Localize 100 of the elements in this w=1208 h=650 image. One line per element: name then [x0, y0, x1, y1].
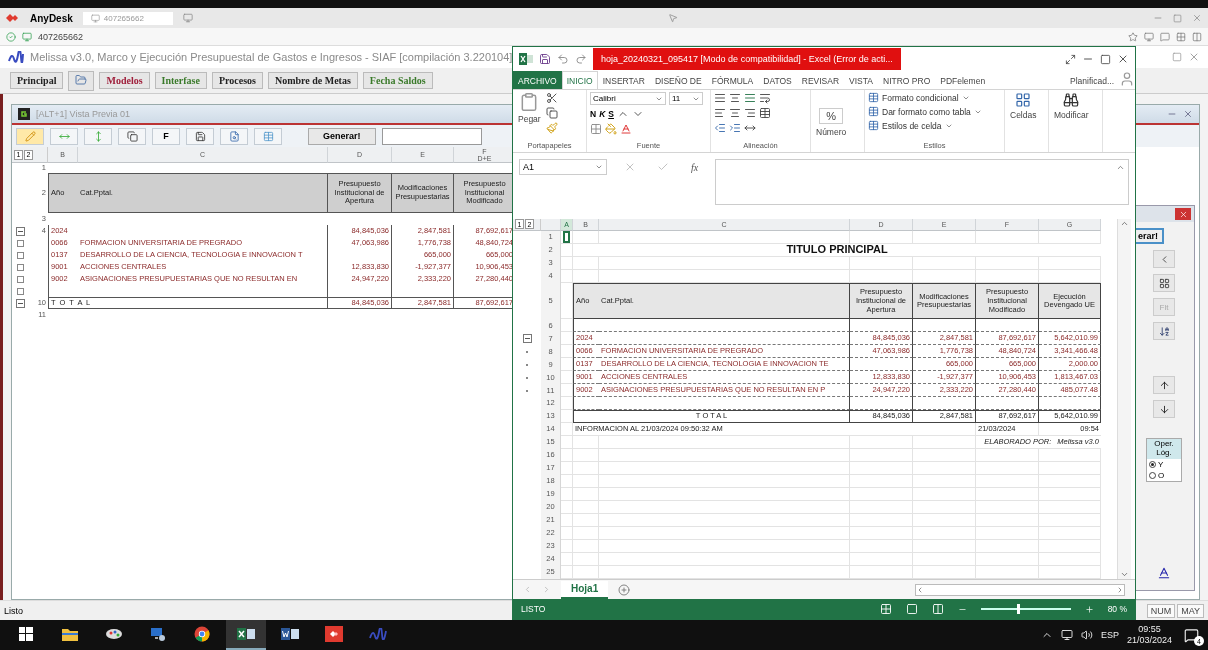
zoom-thumb[interactable]: [1016, 604, 1020, 614]
close-icon[interactable]: [1117, 53, 1129, 65]
undo-icon[interactable]: [557, 53, 569, 65]
ribbon-display-icon[interactable]: [1065, 53, 1076, 65]
insert-function-button[interactable]: fx: [691, 161, 699, 173]
align-top-icon[interactable]: [714, 92, 726, 104]
save-button[interactable]: [186, 127, 214, 145]
table-button[interactable]: [254, 127, 282, 145]
collapse-icon[interactable]: [522, 334, 532, 344]
outline-box-icon[interactable]: [16, 263, 24, 271]
align-right-icon[interactable]: [744, 107, 756, 119]
format-button[interactable]: F: [152, 127, 180, 145]
menu-button[interactable]: Interfase: [154, 72, 207, 89]
generate-button[interactable]: erar!: [1134, 228, 1164, 244]
ribbon-tab[interactable]: ARCHIVO: [513, 71, 562, 89]
scroll-left-icon[interactable]: [916, 585, 924, 594]
sort-button[interactable]: [1153, 322, 1175, 340]
indent-increase-icon[interactable]: [729, 122, 741, 134]
edit-button[interactable]: [16, 127, 44, 145]
sheet-tab[interactable]: Hoja1: [561, 580, 609, 599]
align-middle-icon[interactable]: [729, 92, 741, 104]
scroll-down-icon[interactable]: [1120, 570, 1129, 579]
scroll-right-icon[interactable]: [1116, 585, 1124, 594]
format-painter-icon[interactable]: [545, 122, 558, 134]
new-session-icon[interactable]: [182, 13, 193, 23]
outline-box-icon[interactable]: [16, 287, 24, 295]
maximize-icon[interactable]: [1172, 52, 1182, 62]
menu-button[interactable]: Procesos: [211, 72, 263, 89]
formula-field[interactable]: [715, 159, 1129, 205]
copy-button[interactable]: [118, 127, 146, 145]
menu-button[interactable]: Fecha Saldos: [362, 72, 433, 89]
font-color-icon[interactable]: [1157, 566, 1171, 580]
fit-width-button[interactable]: [50, 127, 78, 145]
language-indicator[interactable]: ESP: [1100, 630, 1119, 640]
scroll-up-icon[interactable]: [1120, 219, 1129, 228]
outline-box-icon[interactable]: [16, 251, 24, 259]
font-color-icon[interactable]: [620, 123, 632, 135]
bold-button[interactable]: N: [590, 109, 597, 119]
move-up-button[interactable]: [1153, 376, 1175, 394]
network-icon[interactable]: [1060, 629, 1073, 641]
collapse-button[interactable]: [1153, 250, 1175, 268]
cut-icon[interactable]: [545, 92, 558, 104]
vertical-scrollbar[interactable]: [1117, 219, 1131, 579]
add-sheet-icon[interactable]: [618, 583, 631, 596]
input-field[interactable]: [381, 127, 482, 145]
collapse-icon[interactable]: [15, 298, 25, 308]
align-bottom-icon[interactable]: [744, 92, 756, 104]
percent-button[interactable]: %: [819, 107, 843, 124]
align-left-icon[interactable]: [714, 107, 726, 119]
avatar-icon[interactable]: [1119, 71, 1135, 87]
outline-box-icon[interactable]: [16, 239, 24, 247]
radio-option[interactable]: O: [1147, 469, 1181, 481]
split-view-icon[interactable]: [1192, 31, 1202, 42]
number-format-button[interactable]: Número: [814, 126, 849, 137]
redo-icon[interactable]: [575, 53, 587, 65]
styles-menu-button[interactable]: Estilos de celda: [868, 120, 953, 131]
styles-menu-button[interactable]: Dar formato como tabla: [868, 106, 982, 117]
radio-option[interactable]: Y: [1147, 458, 1181, 470]
enter-icon[interactable]: [657, 161, 670, 173]
page-layout-icon[interactable]: [905, 603, 918, 615]
normal-view-icon[interactable]: [879, 603, 892, 615]
borders-icon[interactable]: [590, 123, 602, 135]
styles-menu-button[interactable]: Formato condicional: [868, 92, 970, 103]
outline-box-icon[interactable]: [16, 275, 24, 283]
page-break-icon[interactable]: [931, 603, 944, 615]
star-icon[interactable]: [1128, 31, 1138, 42]
menu-button[interactable]: Modelos: [99, 72, 150, 89]
display-icon[interactable]: [1144, 31, 1154, 42]
close-icon[interactable]: [1183, 109, 1193, 119]
chat-icon[interactable]: [1160, 31, 1170, 42]
taskbar-app-button[interactable]: [226, 620, 266, 650]
menu-button[interactable]: Principal: [10, 72, 64, 89]
preview-button[interactable]: [220, 127, 248, 145]
generate-button[interactable]: Generar!: [308, 127, 376, 145]
fill-color-icon[interactable]: [605, 123, 617, 135]
name-box[interactable]: A1: [519, 159, 607, 175]
notification-icon[interactable]: [1183, 627, 1199, 643]
volume-icon[interactable]: [1080, 629, 1093, 641]
move-down-button[interactable]: [1153, 400, 1175, 418]
align-center-icon[interactable]: [729, 107, 741, 119]
maximize-icon[interactable]: [1100, 53, 1111, 65]
paste-button[interactable]: Pegar: [516, 92, 543, 124]
close-button[interactable]: [1175, 208, 1191, 220]
font-field[interactable]: Calibri: [590, 92, 666, 105]
open-folder-button[interactable]: [68, 70, 95, 91]
indent-decrease-icon[interactable]: [714, 122, 726, 134]
save-icon[interactable]: [539, 53, 551, 65]
merge-icon[interactable]: [759, 107, 771, 119]
collapse-icon[interactable]: [15, 226, 25, 236]
cells-button[interactable]: Celdas: [1008, 92, 1039, 120]
properties-button[interactable]: [1153, 274, 1175, 292]
underline-button[interactable]: S: [608, 109, 614, 119]
italic-button[interactable]: K: [599, 109, 606, 119]
copy-icon[interactable]: [545, 107, 558, 119]
zoom-in-icon[interactable]: [1084, 604, 1094, 614]
menu-button[interactable]: Nombre de Metas: [267, 72, 358, 89]
wrap-text-icon[interactable]: [759, 92, 771, 104]
find-button[interactable]: Modificar: [1052, 92, 1091, 120]
ribbon-tab[interactable]: INICIO: [561, 71, 598, 89]
font-size-field[interactable]: 11: [669, 92, 703, 105]
